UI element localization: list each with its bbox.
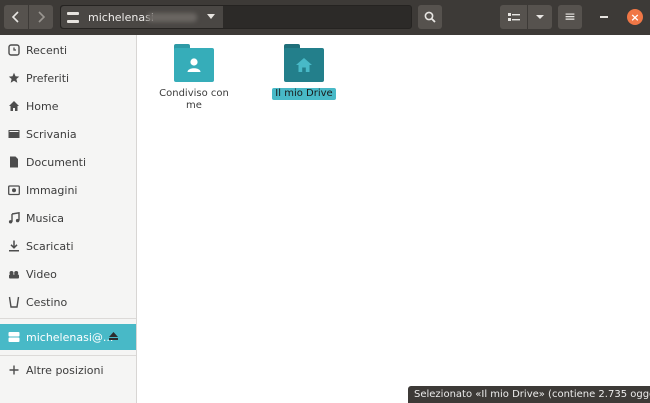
minimize-button[interactable] (600, 16, 608, 18)
sidebar-item-label: Preferiti (26, 71, 70, 85)
sidebar-item-label: Immagini (26, 183, 78, 197)
sidebar-item-immagini[interactable]: Immagini (0, 177, 136, 203)
close-icon: × (630, 10, 640, 24)
eject-icon[interactable] (109, 332, 118, 343)
status-bar: Selezionato «Il mio Drive» (contiene 2.7… (408, 386, 650, 403)
view-toggle-button[interactable] (500, 5, 527, 29)
back-icon (11, 11, 19, 23)
sidebar-item-label: Video (26, 267, 57, 281)
trash-icon (8, 296, 20, 308)
download-icon (8, 240, 20, 252)
file-item-condiviso-con-me[interactable]: Condiviso con me (154, 44, 234, 112)
music-icon (8, 212, 20, 224)
sidebar-item-video[interactable]: Video (0, 261, 136, 287)
sidebar-item-label: Documenti (26, 155, 87, 169)
recent-icon (8, 44, 20, 56)
search-icon (424, 11, 436, 23)
sidebar-item-cestino[interactable]: Cestino (0, 289, 136, 315)
sidebar-item-label: Home (26, 99, 59, 113)
sidebar-item-home[interactable]: Home (0, 93, 136, 119)
sidebar-item-recenti[interactable]: Recenti (0, 37, 136, 63)
sidebar-item-label: Altre posizioni (26, 363, 104, 377)
forward-button[interactable] (29, 5, 53, 29)
sidebar-item-documenti[interactable]: Documenti (0, 149, 136, 175)
sidebar-item-label: michelenasi@... (26, 330, 114, 344)
sidebar-item-label: Musica (26, 211, 65, 225)
plus-icon (8, 364, 20, 376)
document-icon (8, 156, 20, 168)
search-button[interactable] (418, 5, 442, 29)
list-view-icon (507, 13, 520, 21)
sidebar-item-label: Scrivania (26, 127, 77, 141)
menu-button[interactable]: ≡ (558, 5, 582, 29)
chevron-down-icon (536, 15, 544, 19)
hamburger-icon: ≡ (564, 9, 576, 25)
sidebar-separator (0, 318, 136, 319)
shared-folder-icon (174, 44, 214, 82)
file-item-il-mio-drive[interactable]: Il mio Drive (264, 44, 344, 100)
close-button[interactable]: × (627, 9, 643, 25)
dropdown-arrow-icon[interactable] (207, 14, 215, 19)
sidebar: Recenti Preferiti Home Scrivania Documen… (0, 35, 137, 403)
sidebar-item-label: Scaricati (26, 239, 74, 253)
redacted-blur (147, 13, 197, 22)
sidebar-item-label: Cestino (26, 295, 68, 309)
video-icon (8, 268, 20, 280)
sidebar-item-scaricati[interactable]: Scaricati (0, 233, 136, 259)
path-segment-michelenasi[interactable]: michelenasi (61, 6, 223, 28)
back-button[interactable] (4, 5, 28, 29)
sidebar-item-preferiti[interactable]: Preferiti (0, 65, 136, 91)
sidebar-item-musica[interactable]: Musica (0, 205, 136, 231)
sidebar-item-mounted-drive[interactable]: michelenasi@... (0, 324, 136, 350)
home-icon (8, 100, 20, 112)
desktop-icon (8, 128, 20, 140)
view-options-button[interactable] (528, 5, 552, 29)
sidebar-separator (0, 355, 136, 356)
sidebar-item-label: Recenti (26, 43, 68, 57)
star-icon (8, 72, 20, 84)
image-icon (8, 184, 20, 196)
home-folder-icon (284, 44, 324, 82)
sidebar-item-altre-posizioni[interactable]: Altre posizioni (0, 357, 136, 383)
header-bar: michelenasi ≡ × (0, 0, 650, 35)
file-view: Condiviso con me Il mio Drive (138, 35, 650, 403)
drive-icon (67, 11, 79, 23)
forward-icon (38, 11, 46, 23)
drive-icon (8, 331, 20, 343)
file-label: Condiviso con me (159, 88, 229, 111)
path-segment-label: michelenasi (88, 10, 154, 24)
path-bar: michelenasi (60, 5, 412, 29)
sidebar-item-scrivania[interactable]: Scrivania (0, 121, 136, 147)
file-label-selected: Il mio Drive (272, 88, 336, 100)
